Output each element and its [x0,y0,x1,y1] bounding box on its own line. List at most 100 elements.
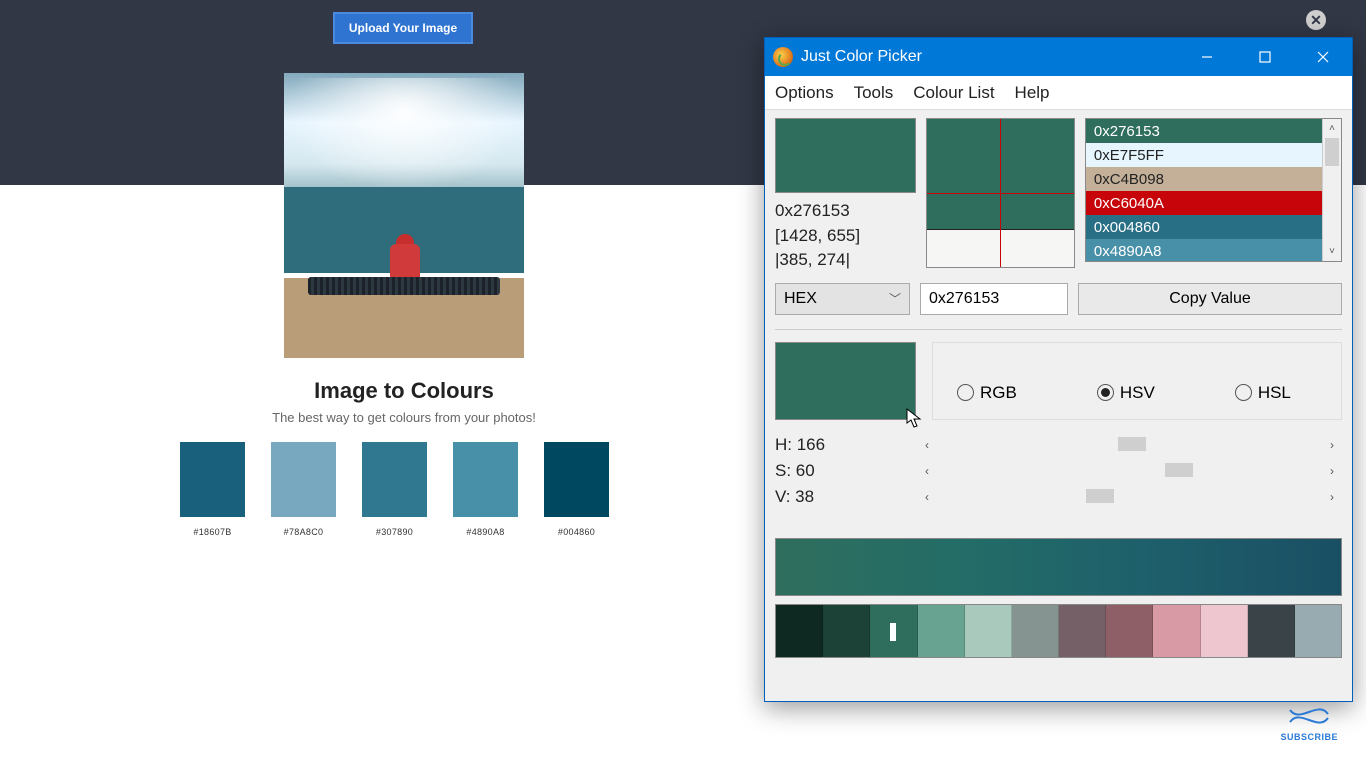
palette-cell[interactable] [1201,605,1248,657]
slider-right-icon[interactable]: › [1330,438,1342,452]
color-model-group: RGB HSV HSL [932,342,1342,420]
history-item[interactable]: 0x4890A8 [1086,239,1322,261]
subscribe-badge[interactable]: SUBSCRIBE [1280,706,1338,742]
chevron-down-icon: ﹀ [889,290,901,307]
history-scrollbar[interactable]: ˄ ˅ [1322,119,1341,261]
radio-icon [1235,384,1252,401]
radio-icon [1097,384,1114,401]
menu-help[interactable]: Help [1015,83,1050,103]
gradient-bar[interactable] [775,538,1342,596]
palette-cell[interactable] [776,605,823,657]
palette-cell[interactable] [1106,605,1153,657]
swatch-label: #004860 [544,527,609,537]
close-icon [1316,50,1330,64]
slider-thumb[interactable] [1118,437,1146,451]
swatch-label: #4890A8 [453,527,518,537]
slider-h-label: H: 166 [775,435,915,455]
slider-thumb[interactable] [1086,489,1114,503]
upload-image-label: Upload Your Image [349,21,457,35]
slider-left-icon[interactable]: ‹ [925,438,937,452]
palette-cell[interactable] [1059,605,1106,657]
palette-cell[interactable] [1153,605,1200,657]
palette-cell[interactable] [823,605,870,657]
radio-icon [957,384,974,401]
slider-left-icon[interactable]: ‹ [925,490,937,504]
scroll-thumb[interactable] [1325,138,1339,166]
page-title: Image to Colours [0,378,808,404]
slider-right-icon[interactable]: › [1330,490,1342,504]
history-item[interactable]: 0xE7F5FF [1086,143,1322,167]
radio-hsv-label: HSV [1120,383,1155,403]
page-subtitle: The best way to get colours from your ph… [0,410,808,425]
menu-options[interactable]: Options [775,83,834,103]
swatch-color [544,442,609,517]
current-coords-global: [1428, 655] [775,224,916,249]
swatch-color [362,442,427,517]
slider-right-icon[interactable]: › [1330,464,1342,478]
radio-hsv[interactable]: HSV [1097,383,1155,403]
slider-left-icon[interactable]: ‹ [925,464,937,478]
color-picker-window: Just Color Picker Options Tools Colour L… [764,37,1353,702]
menu-bar: Options Tools Colour List Help [765,76,1352,110]
scroll-up-icon[interactable]: ˄ [1323,119,1341,138]
palette-cell[interactable] [1012,605,1059,657]
current-coords-local: |385, 274| [775,248,916,273]
uploaded-photo [284,73,524,358]
current-color-swatch [775,118,916,193]
slider-s-label: S: 60 [775,461,915,481]
palette-cell[interactable] [1248,605,1295,657]
palette-swatch[interactable]: #4890A8 [453,442,518,537]
palette-cell[interactable] [1295,605,1341,657]
swatch-label: #18607B [180,527,245,537]
dna-icon [1288,706,1330,730]
palette-swatch[interactable]: #78A8C0 [271,442,336,537]
format-select[interactable]: HEX ﹀ [775,283,910,315]
history-item[interactable]: 0x004860 [1086,215,1322,239]
slider-thumb[interactable] [1165,463,1193,477]
palette-cell[interactable] [870,605,917,657]
slider-v[interactable]: ‹› [925,487,1342,507]
history-item[interactable]: 0xC6040A [1086,191,1322,215]
swatch-color [180,442,245,517]
swatch-label: #307890 [362,527,427,537]
subscribe-label: SUBSCRIBE [1280,732,1338,742]
swatch-color [453,442,518,517]
palette-swatch[interactable]: #307890 [362,442,427,537]
copy-value-button[interactable]: Copy Value [1078,283,1342,315]
radio-hsl[interactable]: HSL [1235,383,1291,403]
history-item[interactable]: 0x276153 [1086,119,1322,143]
window-minimize-button[interactable] [1178,38,1236,76]
window-title: Just Color Picker [801,48,922,66]
palette-swatch[interactable]: #18607B [180,442,245,537]
mouse-cursor-icon [905,407,923,429]
crosshair-horizontal [927,193,1074,194]
radio-hsl-label: HSL [1258,383,1291,403]
menu-colour-list[interactable]: Colour List [913,83,994,103]
current-hex: 0x276153 [775,199,916,224]
scroll-down-icon[interactable]: ˅ [1323,242,1341,261]
page-close-button[interactable]: ✕ [1306,10,1326,30]
hex-value-input[interactable] [920,283,1068,315]
slider-h[interactable]: ‹› [925,435,1342,455]
minimize-icon [1200,50,1214,64]
upload-image-button[interactable]: Upload Your Image [333,12,473,44]
palette-swatch[interactable]: #004860 [544,442,609,537]
radio-rgb[interactable]: RGB [957,383,1017,403]
maximize-icon [1258,50,1272,64]
close-icon: ✕ [1310,12,1322,29]
radio-rgb-label: RGB [980,383,1017,403]
history-item[interactable]: 0xC4B098 [1086,167,1322,191]
color-history: 0x2761530xE7F5FF0xC4B0980xC6040A0x004860… [1085,118,1342,262]
window-maximize-button[interactable] [1236,38,1294,76]
palette-cell[interactable] [965,605,1012,657]
window-close-button[interactable] [1294,38,1352,76]
app-icon [773,47,793,67]
format-select-value: HEX [784,290,817,308]
swatch-color [271,442,336,517]
slider-s[interactable]: ‹› [925,461,1342,481]
copy-value-label: Copy Value [1169,290,1251,308]
window-titlebar[interactable]: Just Color Picker [765,38,1352,76]
menu-tools[interactable]: Tools [854,83,894,103]
magnifier-view [926,118,1075,268]
palette-cell[interactable] [918,605,965,657]
